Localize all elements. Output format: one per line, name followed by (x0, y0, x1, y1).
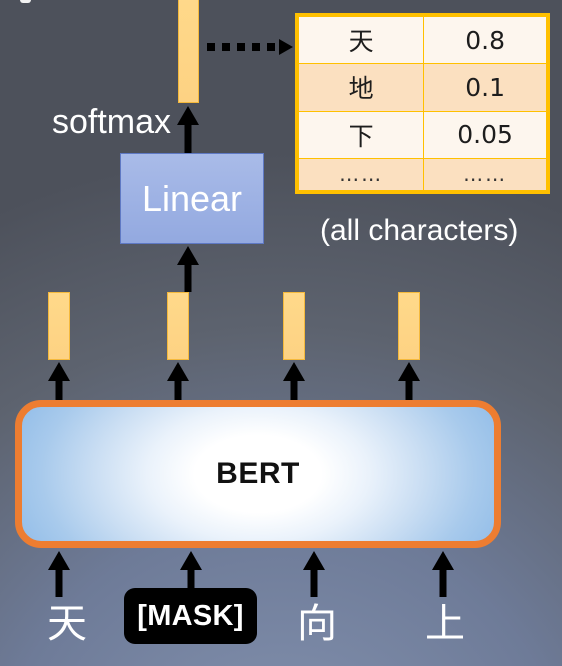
softmax-label: softmax (52, 103, 172, 141)
diagram-canvas: 天 0.8 地 0.1 下 0.05 …… …… softmax Linear … (0, 0, 562, 666)
mask-label: [MASK] (137, 599, 244, 632)
embedding-bar-4 (398, 292, 420, 360)
input-token-4: 上 (425, 601, 465, 647)
table-row: 地 0.1 (297, 63, 547, 112)
bert-label: BERT (216, 457, 300, 490)
table-row: 下 0.05 (297, 110, 547, 159)
linear-layer-box: Linear (120, 153, 264, 244)
embedding-bar-2 (167, 292, 189, 360)
table-row: …… …… (297, 157, 547, 192)
table-cell-probability: 0.8 (423, 15, 547, 65)
embedding-bar-3 (283, 292, 305, 360)
arrow-shaft (439, 567, 447, 597)
table-cell-probability: 0.1 (423, 63, 547, 112)
table-cell-character: 天 (297, 15, 425, 65)
table-cell-probability: 0.05 (423, 110, 547, 159)
dotted-arrow-head (279, 39, 293, 55)
table-cell-character: 地 (297, 63, 425, 112)
all-characters-caption: (all characters) (320, 214, 519, 247)
table-row: 天 0.8 (297, 15, 547, 65)
table-cell-probability: …… (423, 157, 547, 192)
arrow-shaft (184, 122, 192, 154)
arrow-shaft (310, 567, 318, 597)
table-cell-character: …… (297, 157, 425, 192)
bert-model-box: BERT (15, 400, 501, 548)
dotted-arrow-right-icon (207, 39, 293, 55)
table-cell-character: 下 (297, 110, 425, 159)
embedding-bar-1 (48, 292, 70, 360)
arrow-shaft (184, 262, 192, 292)
input-token-3: 向 (297, 601, 337, 647)
dotted-arrow-shaft (207, 43, 280, 51)
clipped-text-fragment (20, 0, 31, 3)
softmax-output-bar (178, 0, 199, 103)
linear-label: Linear (141, 177, 243, 219)
input-token-1: 天 (47, 601, 87, 647)
arrow-shaft (55, 567, 63, 597)
input-token-2-mask: [MASK] (124, 588, 257, 644)
probability-table: 天 0.8 地 0.1 下 0.05 …… …… (295, 13, 550, 194)
